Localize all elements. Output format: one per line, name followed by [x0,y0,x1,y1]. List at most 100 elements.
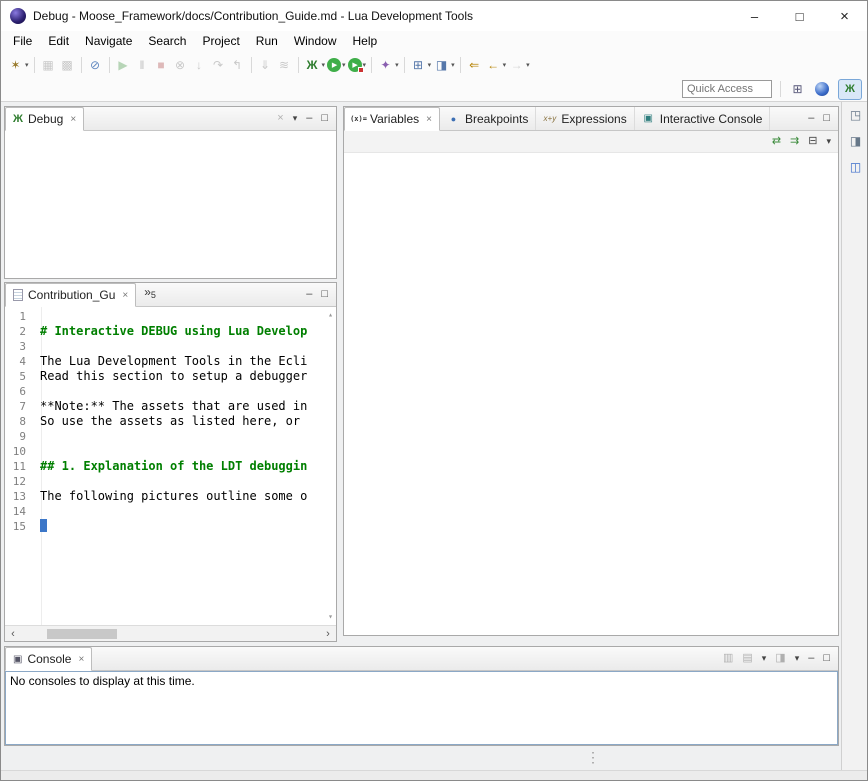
window-minimize-button[interactable]: – [732,1,777,31]
minimize-icon[interactable]: – [808,653,814,664]
open-element-dropdown-icon[interactable]: ▾ [395,61,399,69]
editor-line[interactable]: 15 [5,519,336,534]
menu-navigate[interactable]: Navigate [77,31,140,52]
minimize-icon[interactable]: – [306,113,312,124]
line-number[interactable]: 8 [5,414,34,429]
back-button[interactable]: ←▾ [485,56,507,73]
tab-console[interactable]: ▣ Console × [5,647,92,671]
line-number[interactable]: 13 [5,489,34,504]
maximize-icon[interactable]: □ [321,289,328,300]
display-console-dropdown-icon[interactable]: ▾ [795,654,800,663]
back-dropdown-icon[interactable]: ▾ [503,61,507,69]
debug-dropdown-icon[interactable]: ▾ [322,61,326,69]
menu-search[interactable]: Search [140,31,194,52]
new-wizard-button[interactable]: ✶▾ [7,56,29,73]
tab-debug[interactable]: Ж Debug × [5,107,84,131]
tab-interactive-console[interactable]: ▣Interactive Console [635,107,771,130]
editor-line[interactable]: 8So use the assets as listed here, or [5,414,336,429]
editor-line[interactable]: 5Read this section to setup a debugger [5,369,336,384]
line-number[interactable]: 10 [5,444,34,459]
editor-line[interactable]: 6 [5,384,336,399]
line-number[interactable]: 9 [5,429,34,444]
menu-edit[interactable]: Edit [40,31,77,52]
line-number[interactable]: 1 [5,309,34,324]
menu-help[interactable]: Help [345,31,386,52]
minimized-view-a-icon[interactable]: ◳ [850,108,861,122]
line-number[interactable]: 15 [5,519,34,534]
tab-expressions[interactable]: x+yExpressions [536,107,634,130]
line-number[interactable]: 3 [5,339,34,354]
minimize-icon[interactable]: – [808,113,814,124]
close-icon[interactable]: × [122,290,128,301]
tab-breakpoints[interactable]: ●Breakpoints [440,107,536,130]
line-number[interactable]: 7 [5,399,34,414]
open-console-dropdown-icon[interactable]: ▾ [762,654,767,663]
line-number[interactable]: 4 [5,354,34,369]
line-number[interactable]: 14 [5,504,34,519]
run-dropdown-icon[interactable]: ▾ [342,61,346,69]
editor-line[interactable]: 12 [5,474,336,489]
maximize-icon[interactable]: □ [823,113,830,124]
debug-perspective-button[interactable]: Ж [838,79,862,100]
window-close-button[interactable]: × [822,1,867,31]
editor-tab-overflow[interactable]: » 5 [136,283,164,306]
scroll-up-icon[interactable]: ▴ [328,311,333,319]
view-menu-icon[interactable]: ▾ [293,114,298,123]
editor-line[interactable]: 7**Note:** The assets that are used in [5,399,336,414]
editor-line[interactable]: 3 [5,339,336,354]
editor-line[interactable]: 1 [5,309,336,324]
editor-line[interactable]: 2# Interactive DEBUG using Lua Develop [5,324,336,339]
close-icon[interactable]: × [70,114,76,125]
line-number[interactable]: 12 [5,474,34,489]
last-edit-location-button[interactable]: ⇐ [466,56,483,73]
editor-line[interactable]: 4The Lua Development Tools in the Ecli [5,354,336,369]
maximize-icon[interactable]: □ [823,653,830,664]
tab-contribution-guide[interactable]: Contribution_Gu × [5,283,136,307]
new-project-wizard-dropdown-icon[interactable]: ▾ [428,61,432,69]
menu-window[interactable]: Window [286,31,345,52]
collapse-all-icon[interactable]: ⊟ [808,136,817,147]
line-number[interactable]: 11 [5,459,34,474]
quick-access-input[interactable] [682,80,772,98]
open-perspective-icon[interactable]: ⊞ [789,81,806,98]
hscroll-thumb[interactable] [47,629,117,639]
menu-file[interactable]: File [5,31,40,52]
editor-line[interactable]: 14 [5,504,336,519]
editor-line[interactable]: 11## 1. Explanation of the LDT debuggin [5,459,336,474]
minimized-view-c-icon[interactable]: ◫ [850,160,861,174]
external-tools-button[interactable]: ▶▾ [348,58,367,72]
editor-line[interactable]: 10 [5,444,336,459]
new-project-wizard-button[interactable]: ⊞▾ [410,56,432,73]
tab-variables[interactable]: (x)=Variables× [344,107,440,131]
menu-project[interactable]: Project [194,31,247,52]
window-maximize-button[interactable]: □ [777,1,822,31]
close-icon[interactable]: × [426,114,432,125]
new-wizard-dropdown-icon[interactable]: ▾ [25,61,29,69]
new-file-wizard-dropdown-icon[interactable]: ▾ [451,61,455,69]
open-element-button[interactable]: ✦▾ [377,56,399,73]
run-button[interactable]: ▶▾ [327,58,346,72]
new-file-wizard-button[interactable]: ◨▾ [433,56,455,73]
sash-grip-icon[interactable]: ⋮ [586,753,600,762]
menu-run[interactable]: Run [248,31,286,52]
line-number[interactable]: 5 [5,369,34,384]
line-number[interactable]: 2 [5,324,34,339]
editor-hscrollbar[interactable]: ‹ › [5,625,336,641]
scroll-right-icon[interactable]: › [320,626,336,641]
minimize-icon[interactable]: – [306,289,312,300]
close-icon[interactable]: × [78,654,84,665]
add-expression-icon[interactable]: ⇉ [790,136,799,147]
skip-breakpoints-button[interactable]: ⊘ [87,56,104,73]
editor-line[interactable]: 9 [5,429,336,444]
lua-perspective-button[interactable] [810,79,834,100]
logical-structure-icon[interactable]: ⇄ [772,136,781,147]
line-number[interactable]: 6 [5,384,34,399]
view-menu-icon[interactable]: ▾ [826,137,831,146]
maximize-icon[interactable]: □ [321,113,328,124]
debug-button[interactable]: Ж▾ [304,56,326,73]
scroll-left-icon[interactable]: ‹ [5,626,21,641]
editor-line[interactable]: 13The following pictures outline some o [5,489,336,504]
minimized-view-b-icon[interactable]: ◨ [850,134,861,148]
scroll-down-icon[interactable]: ▾ [328,613,333,621]
forward-dropdown-icon[interactable]: ▾ [526,61,530,69]
